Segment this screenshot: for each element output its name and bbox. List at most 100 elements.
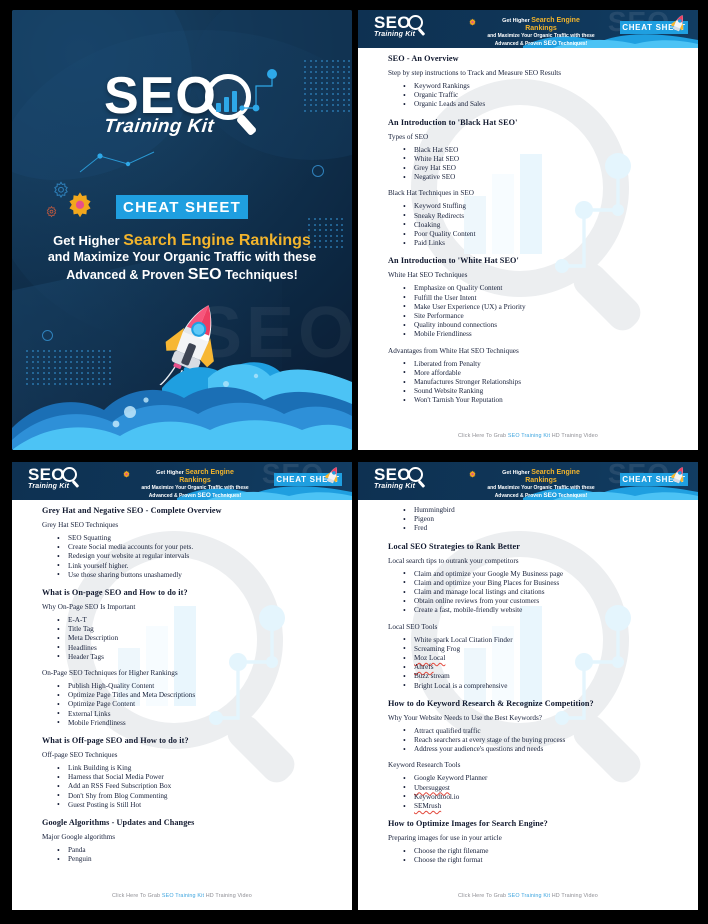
list-item: Penguin [57, 855, 336, 864]
list-item: Publish High-Quality Content [57, 682, 336, 691]
section-heading: SEO - An Overview [388, 54, 459, 63]
list-item: Title Tag [57, 625, 336, 634]
tagline-line1-highlight: Search Engine Rankings [123, 232, 311, 249]
header-tag-line3-plain-a: Advanced & Proven [494, 493, 544, 499]
bullet-list: Black Hat SEOWhite Hat SEOGrey Hat SEONe… [388, 145, 682, 183]
list-item: Meta Description [57, 634, 336, 643]
header-tag-line3-plain-b: Techniques! [210, 493, 242, 499]
list-item: Negative SEO [403, 173, 682, 182]
content-page-2[interactable]: SEO SEO Training Kit Get Higher Search E… [358, 10, 698, 450]
header-tag-line1-highlight: Search Engine Rankings [525, 469, 580, 484]
list-item: White Hat SEO [403, 154, 682, 164]
bullet-list: Emphasize on Quality ContentFulfill the … [388, 284, 682, 339]
bullet-list: Google Keyword PlannerUbersuggestKeyword… [388, 774, 682, 811]
section-subtitle: Keyword Research Tools [388, 761, 461, 770]
gear-icon [469, 18, 476, 26]
list-item: Bright Local is a comprehensive [403, 681, 682, 691]
footer-prefix: Click Here To Grab [458, 893, 508, 899]
list-item: Choose the right format [403, 856, 682, 865]
header-tag-line3-highlight: SEO [543, 492, 557, 499]
list-item: Screaming Frog [403, 644, 682, 654]
magnifier-icon [62, 467, 77, 482]
section-subtitle: On-Page SEO Techniques for Higher Rankin… [42, 669, 178, 678]
list-item: Moz Local [403, 654, 682, 663]
ring-icon [312, 165, 324, 177]
magnifier-icon [408, 15, 423, 30]
list-item: Don't Shy from Blog Commenting [57, 791, 336, 801]
footer-link[interactable]: SEO Training Kit [162, 893, 204, 899]
cover-cheat-sheet-badge[interactable]: CHEAT SHEET [116, 195, 248, 219]
bullet-list: Publish High-Quality ContentOptimize Pag… [42, 682, 336, 728]
list-item: Choose the right filename [403, 847, 682, 856]
list-item: Address your audience's questions and ne… [403, 745, 682, 754]
page-2-content: SEO - An Overview Step by step instructio… [388, 54, 682, 426]
list-item: Keyword Stuffing [403, 202, 682, 211]
list-item: Mobile Friendliness [57, 718, 336, 728]
header-tag-line2: and Maximize Your Organic Traffic with t… [141, 485, 249, 491]
list-item: Buzz stream [403, 672, 682, 681]
page-footer[interactable]: Click Here To Grab SEO Training Kit HD T… [12, 893, 352, 899]
list-item: Harness that Social Media Power [57, 773, 336, 782]
list-item: Claim and optimize your Bing Places for … [403, 578, 682, 588]
cover-page[interactable]: SEO SEO Training Kit CHEAT SHEET Get Hig… [12, 10, 352, 450]
list-item: SEO Squatting [57, 533, 336, 543]
list-item: Ahrefs [403, 663, 682, 672]
tagline-line2: and Maximize Your Organic Traffic with t… [47, 250, 317, 264]
footer-suffix: HD Training Video [550, 433, 598, 439]
header-tag-line3-plain-b: Techniques! [556, 493, 588, 499]
list-item: White spark Local Citation Finder [403, 635, 682, 645]
page-footer[interactable]: Click Here To Grab SEO Training Kit HD T… [358, 433, 698, 439]
list-item: Cloaking [403, 220, 682, 230]
footer-prefix: Click Here To Grab [458, 433, 508, 439]
bullet-list: Keyword StuffingSneaky RedirectsCloaking… [388, 202, 682, 248]
cheat-sheet-page-grid: SEO SEO Training Kit CHEAT SHEET Get Hig… [0, 0, 708, 924]
header-tagline: Get Higher Search Engine Rankings and Ma… [486, 17, 596, 48]
wave-decoration [12, 362, 352, 450]
list-item: Emphasize on Quality Content [403, 284, 682, 293]
section-subtitle: Grey Hat SEO Techniques [42, 521, 119, 529]
section-subtitle: Preparing images for use in your article [388, 834, 502, 843]
section-subtitle: White Hat SEO Techniques [388, 271, 468, 280]
section-subtitle: Major Google algorithms [42, 833, 116, 842]
header-tag-line1-highlight: Search Engine Rankings [525, 17, 580, 32]
list-item: Pigeon [403, 515, 682, 524]
content-page-3[interactable]: SEO SEO Training Kit Get Higher Search E… [12, 462, 352, 910]
list-item: Ubersuggest [403, 783, 682, 793]
list-item: External Links [57, 709, 336, 719]
footer-link[interactable]: SEO Training Kit [508, 893, 550, 899]
network-node-icon [79, 151, 155, 173]
footer-link[interactable]: SEO Training Kit [508, 433, 550, 439]
list-item: Add an RSS Feed Subscription Box [57, 782, 336, 791]
list-item: Make User Experience (UX) a Priority [403, 302, 682, 312]
list-item: Create Social media accounts for your pe… [57, 543, 336, 552]
list-item: Claim and manage local listings and cita… [403, 588, 682, 597]
bullet-list: Keyword RankingsOrganic TrafficOrganic L… [388, 81, 682, 110]
list-item: Grey Hat SEO [403, 164, 682, 173]
section-subtitle: Black Hat Techniques in SEO [388, 189, 474, 198]
magnifier-handle-icon [417, 28, 426, 36]
cover-tagline: Get Higher Search Engine Rankings and Ma… [32, 232, 332, 284]
header-logo: SEO Training Kit [28, 466, 80, 490]
page-footer[interactable]: Click Here To Grab SEO Training Kit HD T… [358, 893, 698, 899]
page-header-banner: SEO SEO Training Kit Get Higher Search E… [12, 462, 352, 500]
header-tag-line1-plain: Get Higher [156, 470, 186, 476]
list-item: Headlines [57, 643, 336, 653]
list-item: SEMrush [403, 802, 682, 811]
section-subtitle: Off-page SEO Techniques [42, 751, 118, 760]
list-item: More affordable [403, 368, 682, 378]
list-item: Optimize Page Titles and Meta Descriptio… [57, 691, 336, 700]
bullet-list: HummingbirdPigeonFred [388, 505, 682, 534]
header-logo-subtext: Training Kit [374, 483, 416, 490]
list-item: Organic Traffic [403, 91, 682, 100]
list-item: Obtain online reviews from your customer… [403, 597, 682, 606]
section-heading: Grey Hat and Negative SEO - Complete Ove… [42, 506, 222, 515]
cover-badge-label: CHEAT SHEET [123, 198, 241, 216]
section-heading: What is Off-page SEO and How to do it? [42, 736, 189, 746]
section-heading: How to do Keyword Research & Recognize C… [388, 698, 594, 708]
content-page-4[interactable]: SEO SEO Training Kit Get Higher Search E… [358, 462, 698, 910]
cover-logo: SEO Training Kit [79, 69, 294, 173]
list-item: Header Tags [57, 652, 336, 662]
list-item: Use those sharing buttons unashamedly [57, 570, 336, 580]
section-heading: Google Algorithms - Updates and Changes [42, 818, 195, 828]
list-item: Keywordtool.io [403, 792, 682, 802]
